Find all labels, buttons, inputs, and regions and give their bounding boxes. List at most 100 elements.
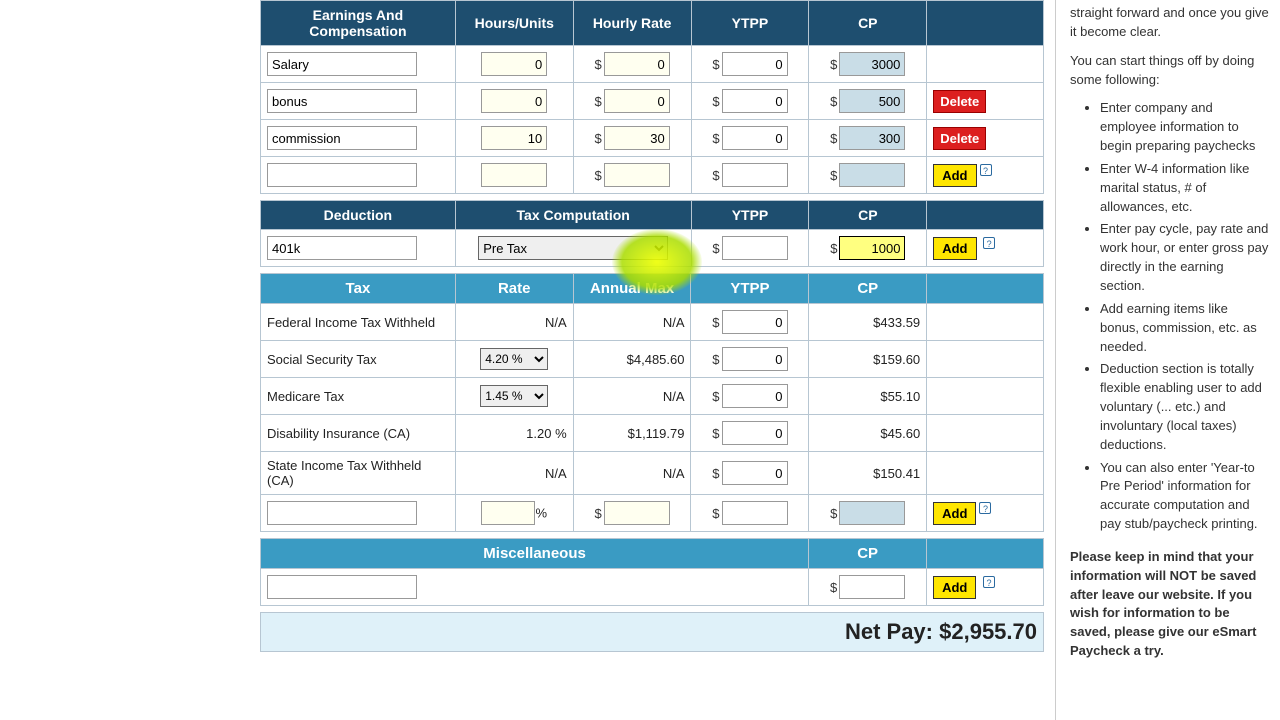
deduction-name-input[interactable] xyxy=(267,236,417,260)
dollar-sign: $ xyxy=(830,506,837,521)
net-pay-amount: $2,955.70 xyxy=(939,619,1037,644)
tax-ytpp-input[interactable] xyxy=(722,421,788,445)
misc-table: Miscellaneous CP $ Add ? xyxy=(260,538,1044,606)
earnings-header-hours: Hours/Units xyxy=(455,1,573,46)
sidebar-list-item: Deduction section is totally flexible en… xyxy=(1100,360,1270,454)
deduction-ytpp-input[interactable] xyxy=(722,236,788,260)
earning-rate-input[interactable] xyxy=(604,89,670,113)
earning-name-input[interactable] xyxy=(267,163,417,187)
tax-cp: $159.60 xyxy=(809,341,927,378)
tax-max: $4,485.60 xyxy=(573,341,691,378)
dollar-sign: $ xyxy=(712,466,719,481)
deduction-row: Pre Tax $ $ Add ? xyxy=(261,230,1044,267)
tax-name: Disability Insurance (CA) xyxy=(261,415,456,452)
dollar-sign: $ xyxy=(830,168,837,183)
tax-rate-select[interactable]: 4.20 % xyxy=(480,348,548,370)
dollar-sign: $ xyxy=(594,94,601,109)
misc-header-cp: CP xyxy=(809,539,927,569)
earnings-row: $ $ $ Delete xyxy=(261,120,1044,157)
dollar-sign: $ xyxy=(712,131,719,146)
tax-rate-text: N/A xyxy=(455,304,573,341)
earnings-blank-row: $ $ $ Add? xyxy=(261,157,1044,194)
tax-ytpp-input[interactable] xyxy=(722,384,788,408)
tax-row: Social Security Tax 4.20 % $4,485.60 $ $… xyxy=(261,341,1044,378)
tax-ytpp-input[interactable] xyxy=(722,310,788,334)
tax-max-input[interactable] xyxy=(604,501,670,525)
tax-ytpp-input[interactable] xyxy=(722,461,788,485)
tax-max: N/A xyxy=(573,452,691,495)
tax-rate-input[interactable] xyxy=(481,501,535,525)
dollar-sign: $ xyxy=(712,168,719,183)
tax-max: N/A xyxy=(573,378,691,415)
deduction-header-cp: CP xyxy=(809,201,927,230)
earning-ytpp-input[interactable] xyxy=(722,163,788,187)
dollar-sign: $ xyxy=(712,352,719,367)
earning-name-input[interactable] xyxy=(267,52,417,76)
tax-header-rate: Rate xyxy=(455,274,573,304)
earning-ytpp-input[interactable] xyxy=(722,126,788,150)
misc-cp-input[interactable] xyxy=(839,575,905,599)
earning-ytpp-input[interactable] xyxy=(722,52,788,76)
sidebar-p0: straight forward and once you give it be… xyxy=(1070,4,1270,42)
net-pay-label: Net Pay: xyxy=(845,619,933,644)
dollar-sign: $ xyxy=(830,131,837,146)
earning-hours-input[interactable] xyxy=(481,52,547,76)
tax-blank-row: % $ $ $ Add? xyxy=(261,495,1044,532)
deduction-cp-input[interactable] xyxy=(839,236,905,260)
earning-cp-input[interactable] xyxy=(839,89,905,113)
sidebar-list-item: Enter company and employee information t… xyxy=(1100,99,1270,156)
earning-hours-input[interactable] xyxy=(481,89,547,113)
earning-rate-input[interactable] xyxy=(604,52,670,76)
misc-name-input[interactable] xyxy=(267,575,417,599)
tax-ytpp-input[interactable] xyxy=(722,347,788,371)
tax-max: N/A xyxy=(573,304,691,341)
tax-name: State Income Tax Withheld (CA) xyxy=(261,452,456,495)
tax-ytpp-input[interactable] xyxy=(722,501,788,525)
dollar-sign: $ xyxy=(830,580,837,595)
help-icon[interactable]: ? xyxy=(983,576,995,588)
help-icon[interactable]: ? xyxy=(983,237,995,249)
tax-rate-select[interactable]: 1.45 % xyxy=(480,385,548,407)
earning-cp-input[interactable] xyxy=(839,126,905,150)
dollar-sign: $ xyxy=(594,506,601,521)
net-pay-cell: Net Pay: $2,955.70 xyxy=(261,613,1044,652)
dollar-sign: $ xyxy=(830,241,837,256)
help-icon[interactable]: ? xyxy=(979,502,991,514)
deduction-taxcomp-select[interactable]: Pre Tax xyxy=(478,236,668,260)
earning-cp-input[interactable] xyxy=(839,163,905,187)
earning-hours-input[interactable] xyxy=(481,163,547,187)
tax-header-cp: CP xyxy=(809,274,927,304)
tax-max: $1,119.79 xyxy=(573,415,691,452)
earning-cp-input[interactable] xyxy=(839,52,905,76)
earning-name-input[interactable] xyxy=(267,89,417,113)
dollar-sign: $ xyxy=(712,315,719,330)
deduction-add-button[interactable]: Add xyxy=(933,237,976,260)
delete-button[interactable]: Delete xyxy=(933,127,986,150)
earnings-row: $ $ $ Delete xyxy=(261,83,1044,120)
tax-cp-input[interactable] xyxy=(839,501,905,525)
deduction-header-ytpp: YTPP xyxy=(691,201,809,230)
tax-row: Federal Income Tax Withheld N/A N/A $ $4… xyxy=(261,304,1044,341)
earnings-header-name: Earnings And Compensation xyxy=(261,1,456,46)
tax-row: State Income Tax Withheld (CA) N/A N/A $… xyxy=(261,452,1044,495)
dollar-sign: $ xyxy=(594,57,601,72)
tax-row: Disability Insurance (CA) 1.20 % $1,119.… xyxy=(261,415,1044,452)
help-icon[interactable]: ? xyxy=(980,164,992,176)
delete-button[interactable]: Delete xyxy=(933,90,986,113)
dollar-sign: $ xyxy=(712,389,719,404)
earning-name-input[interactable] xyxy=(267,126,417,150)
tax-header-ytpp: YTPP xyxy=(691,274,809,304)
deduction-header-name: Deduction xyxy=(261,201,456,230)
misc-add-button[interactable]: Add xyxy=(933,576,976,599)
tax-add-button[interactable]: Add xyxy=(933,502,976,525)
earning-add-button[interactable]: Add xyxy=(933,164,976,187)
dollar-sign: $ xyxy=(830,57,837,72)
earning-rate-input[interactable] xyxy=(604,126,670,150)
earnings-header-actions xyxy=(927,1,1044,46)
earning-rate-input[interactable] xyxy=(604,163,670,187)
tax-name-input[interactable] xyxy=(267,501,417,525)
dollar-sign: $ xyxy=(712,57,719,72)
earning-hours-input[interactable] xyxy=(481,126,547,150)
earning-ytpp-input[interactable] xyxy=(722,89,788,113)
tax-rate-text: N/A xyxy=(455,452,573,495)
